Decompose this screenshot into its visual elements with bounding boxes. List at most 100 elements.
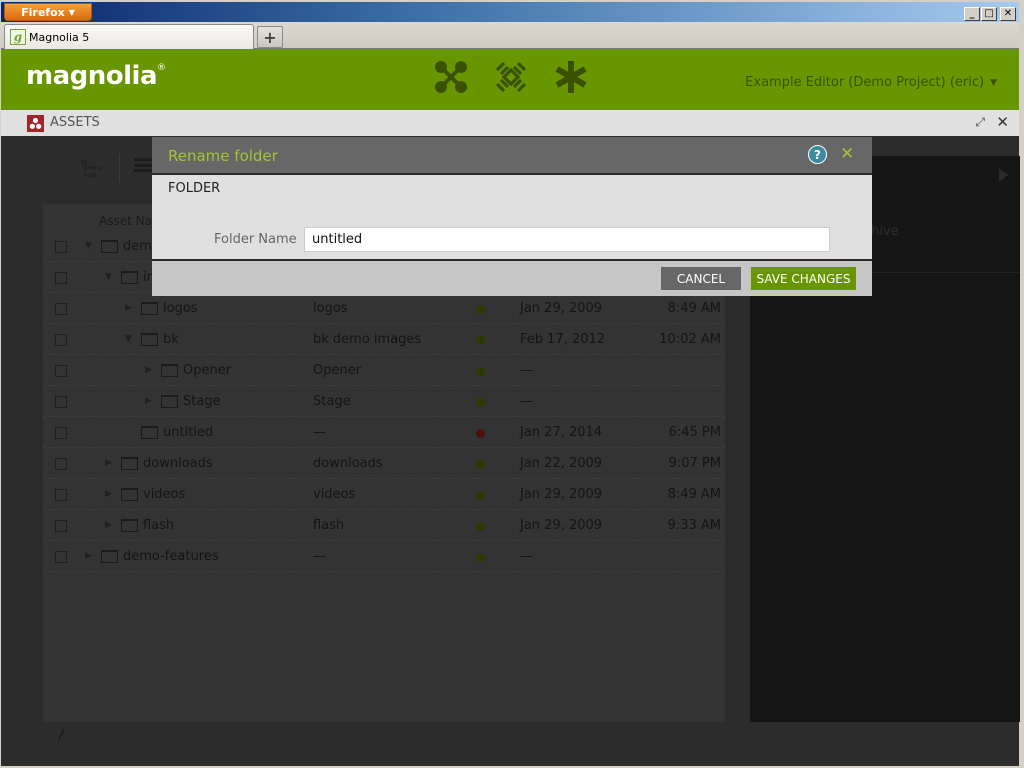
folder-icon [141, 302, 158, 315]
row-title: logos [313, 301, 348, 316]
expand-toggle-icon[interactable]: ▶ [145, 396, 152, 406]
folder-icon [121, 457, 138, 470]
table-row[interactable]: ▶ Opener Opener — [43, 355, 725, 386]
expand-toggle-icon[interactable]: ▶ [105, 458, 112, 468]
row-name: logos [163, 301, 198, 316]
fullscreen-icon[interactable]: ⤢ [975, 115, 985, 130]
logo-text: magnolia [26, 61, 158, 91]
magnolia-favicon-icon: g [10, 29, 26, 45]
pulse-icon[interactable] [493, 59, 529, 95]
dialog-footer: CANCEL SAVE CHANGES [152, 261, 872, 296]
save-changes-button[interactable]: SAVE CHANGES [751, 267, 856, 290]
folder-name-label: Folder Name [214, 232, 297, 247]
magnolia-logo[interactable]: magnolia® [26, 61, 166, 91]
assets-app-icon [27, 115, 44, 132]
cancel-button[interactable]: CANCEL [661, 267, 741, 290]
row-checkbox[interactable] [55, 241, 67, 253]
table-row[interactable]: ▶ demo-features — — [43, 541, 725, 572]
close-window-button[interactable]: ✕ [1000, 7, 1016, 21]
dialog-body: FOLDER Folder Name [152, 173, 872, 261]
caret-down-icon: ▼ [68, 7, 75, 17]
row-title: — [313, 549, 326, 564]
browser-tab[interactable]: g Magnolia 5 [4, 24, 254, 49]
row-checkbox[interactable] [55, 458, 67, 470]
expand-toggle-icon[interactable]: ▶ [85, 551, 92, 561]
table-row[interactable]: ▶ Stage Stage — [43, 386, 725, 417]
user-menu[interactable]: Example Editor (Demo Project) (eric) ▼ [745, 75, 997, 90]
expand-toggle-icon[interactable]: ▶ [105, 489, 112, 499]
table-row[interactable]: ▶ videos videos Jan 29, 2009 8:49 AM [43, 479, 725, 510]
folder-name-input[interactable] [304, 227, 830, 252]
row-title: — [313, 425, 326, 440]
tree-view-icon[interactable] [81, 160, 103, 178]
firefox-menu-button[interactable]: Firefox ▼ [4, 3, 92, 21]
table-row[interactable]: ▶ logos logos Jan 29, 2009 8:49 AM [43, 293, 725, 324]
status-indicator-icon [476, 522, 485, 531]
applauncher-icon[interactable] [433, 59, 469, 95]
status-indicator-icon [476, 491, 485, 500]
row-checkbox[interactable] [55, 334, 67, 346]
folder-icon [141, 426, 158, 439]
row-date: Jan 22, 2009 [520, 456, 603, 471]
collapse-arrow-icon[interactable] [999, 168, 1008, 182]
row-checkbox[interactable] [55, 365, 67, 377]
row-time: 8:49 AM [667, 301, 721, 316]
row-checkbox[interactable] [55, 303, 67, 315]
favorites-icon[interactable] [553, 59, 589, 95]
row-title: flash [313, 518, 345, 533]
close-app-icon[interactable]: ✕ [996, 113, 1009, 131]
status-path: / [59, 728, 64, 743]
row-checkbox[interactable] [55, 551, 67, 563]
folder-icon [121, 271, 138, 284]
close-icon[interactable]: ✕ [840, 144, 854, 164]
folder-icon [121, 488, 138, 501]
chevron-down-icon: ▼ [990, 77, 997, 88]
row-title: bk demo images [313, 332, 422, 347]
app-bar: ASSETS ⤢ ✕ [1, 110, 1019, 136]
row-date: Jan 29, 2009 [520, 487, 603, 502]
dialog-title: Rename folder [168, 147, 278, 165]
shell-app-icons [433, 59, 589, 95]
table-row[interactable]: untitled — Jan 27, 2014 6:45 PM [43, 417, 725, 448]
expand-toggle-icon[interactable]: ▶ [125, 303, 132, 313]
status-indicator-icon [476, 460, 485, 469]
row-checkbox[interactable] [55, 272, 67, 284]
minimize-button[interactable]: _ [964, 7, 980, 21]
new-tab-button[interactable]: + [257, 26, 283, 48]
row-date: Jan 29, 2009 [520, 301, 603, 316]
table-row[interactable]: ▶ downloads downloads Jan 22, 2009 9:07 PM [43, 448, 725, 479]
firefox-menu-label: Firefox [21, 5, 65, 19]
status-indicator-icon [476, 336, 485, 345]
row-date: — [520, 394, 533, 409]
table-row[interactable]: ▼ bk bk demo images Feb 17, 2012 10:02 AM [43, 324, 725, 355]
row-checkbox[interactable] [55, 427, 67, 439]
tab-strip: g Magnolia 5 + [1, 22, 1019, 49]
row-checkbox[interactable] [55, 520, 67, 532]
list-view-icon[interactable] [134, 158, 152, 172]
magnolia-header: magnolia® Example Editor (Demo Project) … [1, 49, 1019, 110]
tab-title: Magnolia 5 [29, 30, 90, 44]
row-date: Feb 17, 2012 [520, 332, 606, 347]
maximize-button[interactable]: □ [981, 7, 997, 21]
row-time: 8:49 AM [667, 487, 721, 502]
expand-toggle-icon[interactable]: ▶ [145, 365, 152, 375]
window-controls: _ □ ✕ [964, 7, 1016, 21]
table-row[interactable]: ▶ flash flash Jan 29, 2009 9:33 AM [43, 510, 725, 541]
help-icon[interactable]: ? [808, 145, 827, 164]
row-checkbox[interactable] [55, 396, 67, 408]
status-indicator-icon [476, 398, 485, 407]
row-date: — [520, 549, 533, 564]
title-bar: _ □ ✕ [1, 2, 1019, 22]
collapse-toggle-icon[interactable]: ▼ [105, 272, 112, 282]
row-checkbox[interactable] [55, 489, 67, 501]
collapse-toggle-icon[interactable]: ▼ [125, 334, 132, 344]
row-time: 9:07 PM [668, 456, 721, 471]
collapse-toggle-icon[interactable]: ▼ [85, 241, 92, 251]
row-date: Jan 27, 2014 [520, 425, 603, 440]
row-name: downloads [143, 456, 213, 471]
status-indicator-icon [476, 429, 485, 438]
folder-icon [101, 240, 118, 253]
row-name: Stage [183, 394, 221, 409]
expand-toggle-icon[interactable]: ▶ [105, 520, 112, 530]
row-title: downloads [313, 456, 383, 471]
